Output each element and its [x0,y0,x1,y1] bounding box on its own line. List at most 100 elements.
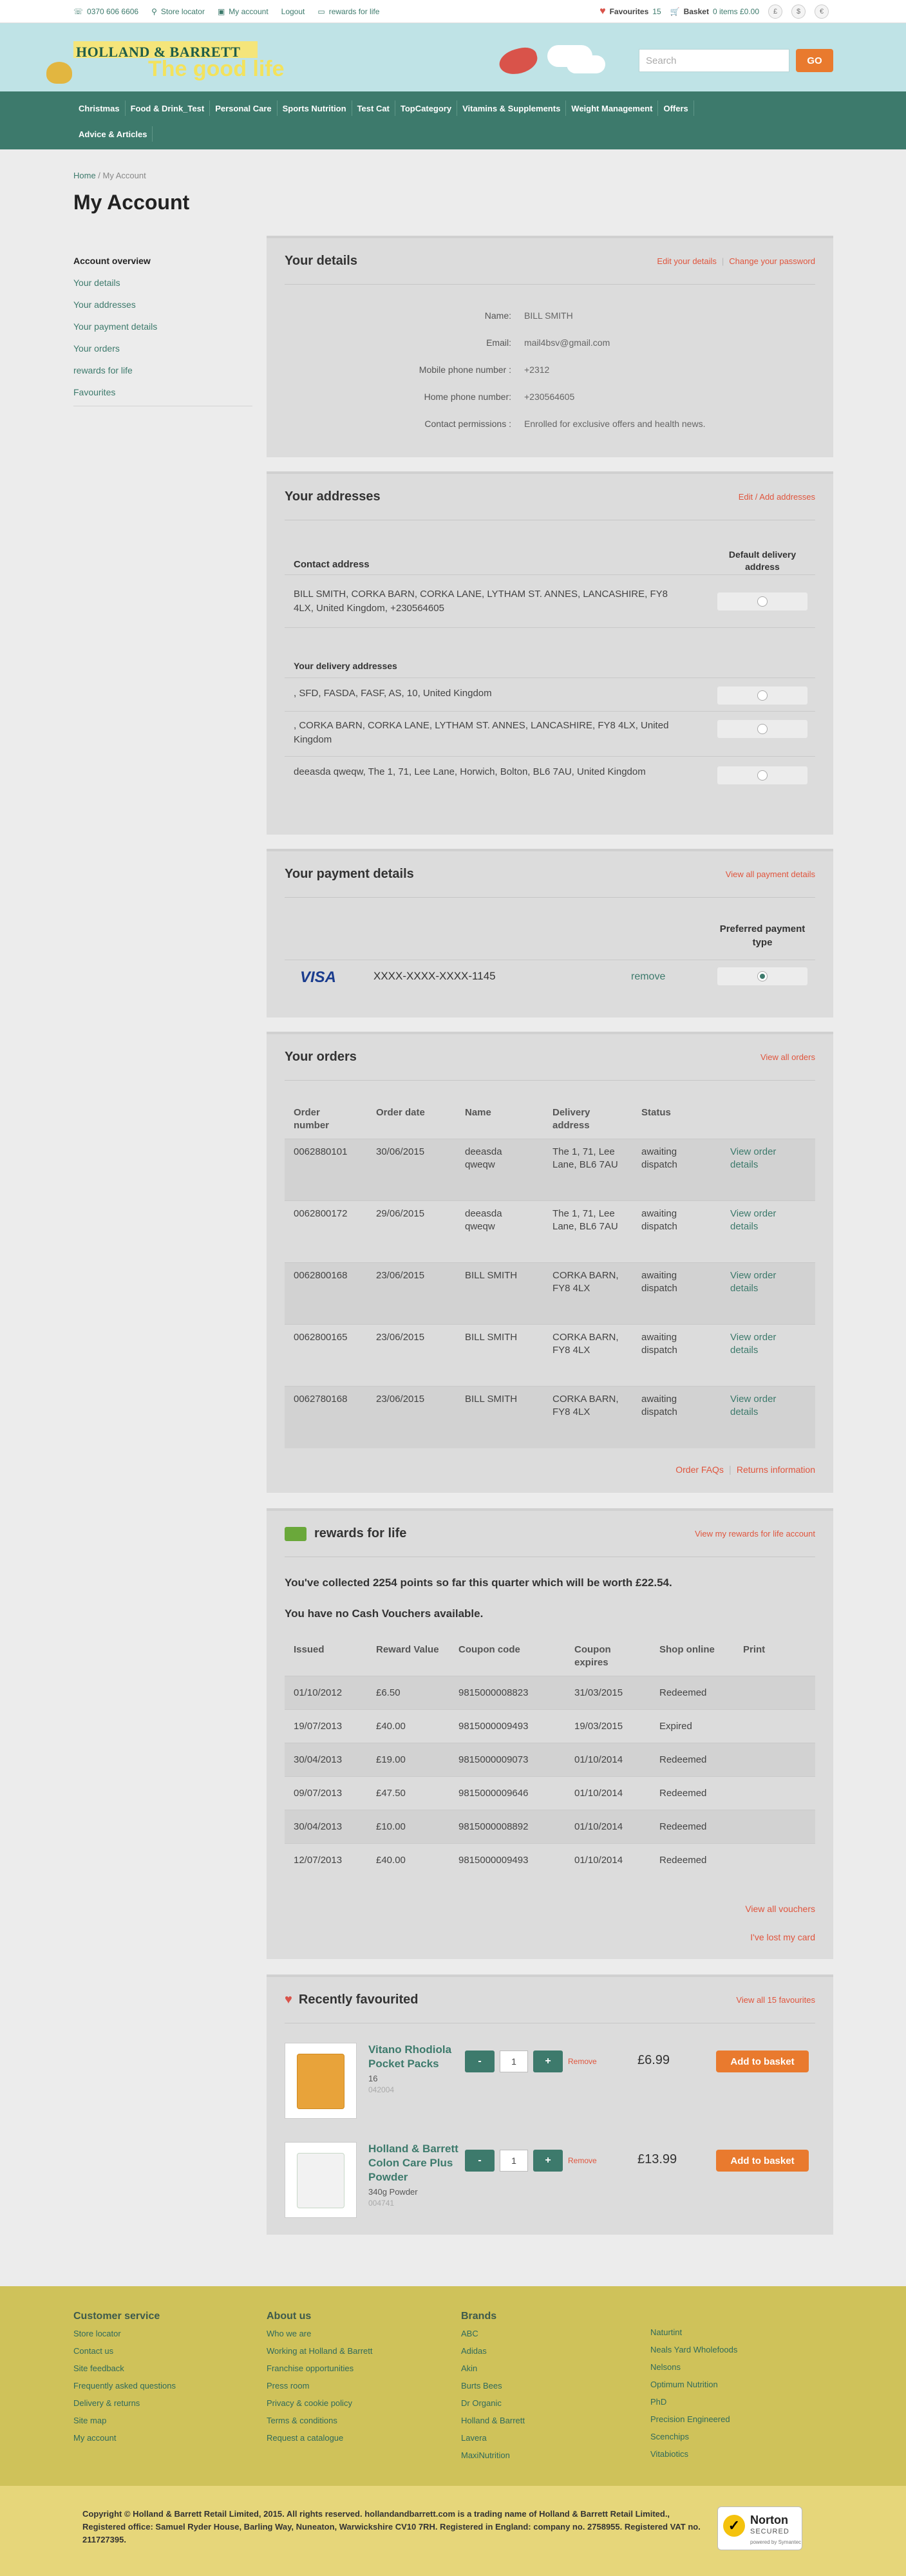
logout-link[interactable]: Logout [281,7,305,16]
footer-link-abc[interactable]: ABC [461,2329,654,2346]
remove-favourite-link[interactable]: Remove [568,2156,597,2165]
sidebar-item-your-addresses[interactable]: Your addresses [73,294,252,316]
preferred-payment-radio[interactable] [757,971,768,981]
sidebar-item-your-details[interactable]: Your details [73,272,252,294]
footer-link-press-room[interactable]: Press room [267,2381,460,2398]
sidebar-item-rewards[interactable]: rewards for life [73,359,252,381]
nav-item-advice-articles[interactable]: Advice & Articles [73,126,153,142]
footer-link-request-a-catalogue[interactable]: Request a catalogue [267,2433,460,2450]
footer-link-scenchips[interactable]: Scenchips [650,2432,844,2449]
add-to-basket-button[interactable]: Add to basket [716,2050,809,2072]
delivery-address-2-radio[interactable] [757,724,768,734]
footer-link-neals-yard-wholefoods[interactable]: Neals Yard Wholefoods [650,2345,844,2362]
footer-link-akin[interactable]: Akin [461,2363,654,2381]
edit-details-link[interactable]: Edit your details [657,256,717,266]
nav-item-personal-care[interactable]: Personal Care [210,100,278,116]
view-all-payment-link[interactable]: View all payment details [726,869,815,879]
sidebar-item-payment-details[interactable]: Your payment details [73,316,252,337]
nav-item-topcategory[interactable]: TopCategory [395,100,458,116]
footer-link-store-locator[interactable]: Store locator [73,2329,267,2346]
nav-item-sports-nutrition[interactable]: Sports Nutrition [278,100,352,116]
basket-link[interactable]: 🛒 Basket 0 items £0.00 [670,7,759,16]
footer-link-adidas[interactable]: Adidas [461,2346,654,2363]
footer-link-naturtint[interactable]: Naturtint [650,2327,844,2345]
footer-link-frequently-asked-questions[interactable]: Frequently asked questions [73,2381,267,2398]
quantity-decrease-button[interactable]: - [465,2150,495,2172]
favourites-link[interactable]: ♥ Favourites 15 [599,6,661,17]
view-order-details-link[interactable]: View order details [721,1200,815,1263]
view-all-vouchers-link[interactable]: View all vouchers [745,1904,815,1914]
footer-link-burts-bees[interactable]: Burts Bees [461,2381,654,2398]
currency-gbp-button[interactable]: £ [768,5,782,19]
view-rewards-account-link[interactable]: View my rewards for life account [695,1529,815,1539]
view-order-details-link[interactable]: View order details [721,1386,815,1448]
phone-link[interactable]: ☏ 0370 606 6606 [73,7,138,16]
footer-link-franchise-opportunities[interactable]: Franchise opportunities [267,2363,460,2381]
footer-link-holland-barrett[interactable]: Holland & Barrett [461,2416,654,2433]
view-order-link[interactable]: View order details [730,1146,776,1170]
nav-item-vitamins-supplements[interactable]: Vitamins & Supplements [457,100,567,116]
breadcrumb-home[interactable]: Home [73,171,96,180]
product-image[interactable] [285,2142,357,2218]
remove-card-link[interactable]: remove [631,971,665,983]
norton-secured-badge[interactable]: ✓ Norton SECURED powered by Symantec [717,2506,802,2550]
footer-link-maxinutrition[interactable]: MaxiNutrition [461,2450,654,2468]
footer-link-who-we-are[interactable]: Who we are [267,2329,460,2346]
footer-link-dr-organic[interactable]: Dr Organic [461,2398,654,2416]
nav-item-food-drink-test[interactable]: Food & Drink_Test [126,100,211,116]
footer-link-precision-engineered[interactable]: Precision Engineered [650,2414,844,2432]
view-all-orders-link[interactable]: View all orders [760,1052,815,1062]
search-input[interactable]: Search [639,49,789,72]
product-name-link[interactable]: Holland & Barrett Colon Care Plus Powder [368,2142,478,2184]
store-locator-link[interactable]: ⚲ Store locator [151,7,205,16]
sidebar-item-favourites[interactable]: Favourites [73,381,252,403]
delivery-address-3-radio[interactable] [757,770,768,781]
footer-link-delivery-returns[interactable]: Delivery & returns [73,2398,267,2416]
delivery-address-1-radio[interactable] [757,690,768,701]
footer-link-working-at-holland-barrett[interactable]: Working at Holland & Barrett [267,2346,460,2363]
search-go-button[interactable]: GO [796,49,833,72]
order-faqs-link[interactable]: Order FAQs [675,1464,724,1475]
footer-link-phd[interactable]: PhD [650,2397,844,2414]
quantity-decrease-button[interactable]: - [465,2050,495,2072]
footer-link-my-account[interactable]: My account [73,2433,267,2450]
footer-link-contact-us[interactable]: Contact us [73,2346,267,2363]
product-name-link[interactable]: Vitano Rhodiola Pocket Packs [368,2043,478,2071]
view-order-details-link[interactable]: View order details [721,1324,815,1387]
currency-eur-button[interactable]: € [815,5,829,19]
nav-item-weight-management[interactable]: Weight Management [566,100,659,116]
quantity-input[interactable]: 1 [500,2150,528,2172]
view-order-link[interactable]: View order details [730,1394,776,1417]
footer-link-nelsons[interactable]: Nelsons [650,2362,844,2380]
change-password-link[interactable]: Change your password [729,256,815,266]
add-to-basket-button[interactable]: Add to basket [716,2150,809,2172]
view-order-link[interactable]: View order details [730,1270,776,1294]
footer-link-site-feedback[interactable]: Site feedback [73,2363,267,2381]
rewards-link[interactable]: ▭ rewards for life [317,7,379,16]
currency-usd-button[interactable]: $ [791,5,806,19]
view-order-details-link[interactable]: View order details [721,1139,815,1201]
view-order-details-link[interactable]: View order details [721,1262,815,1325]
quantity-increase-button[interactable]: + [533,2150,563,2172]
footer-link-terms-conditions[interactable]: Terms & conditions [267,2416,460,2433]
view-all-favourites-link[interactable]: View all 15 favourites [736,1995,815,2005]
sidebar-item-your-orders[interactable]: Your orders [73,337,252,359]
product-image[interactable] [285,2043,357,2119]
footer-link-lavera[interactable]: Lavera [461,2433,654,2450]
nav-item-test-cat[interactable]: Test Cat [352,100,395,116]
lost-card-link[interactable]: I've lost my card [750,1932,815,1942]
nav-item-offers[interactable]: Offers [658,100,694,116]
footer-link-optimum-nutrition[interactable]: Optimum Nutrition [650,2380,844,2397]
view-order-link[interactable]: View order details [730,1208,776,1232]
sidebar-item-account-overview[interactable]: Account overview [73,250,252,272]
nav-item-christmas[interactable]: Christmas [73,100,126,116]
quantity-increase-button[interactable]: + [533,2050,563,2072]
quantity-input[interactable]: 1 [500,2050,528,2072]
returns-info-link[interactable]: Returns information [737,1464,815,1475]
default-address-radio[interactable] [757,596,768,607]
view-order-link[interactable]: View order details [730,1332,776,1356]
footer-link-vitabiotics[interactable]: Vitabiotics [650,2449,844,2467]
footer-link-privacy-cookie-policy[interactable]: Privacy & cookie policy [267,2398,460,2416]
footer-link-site-map[interactable]: Site map [73,2416,267,2433]
my-account-link[interactable]: ▣ My account [218,7,269,16]
